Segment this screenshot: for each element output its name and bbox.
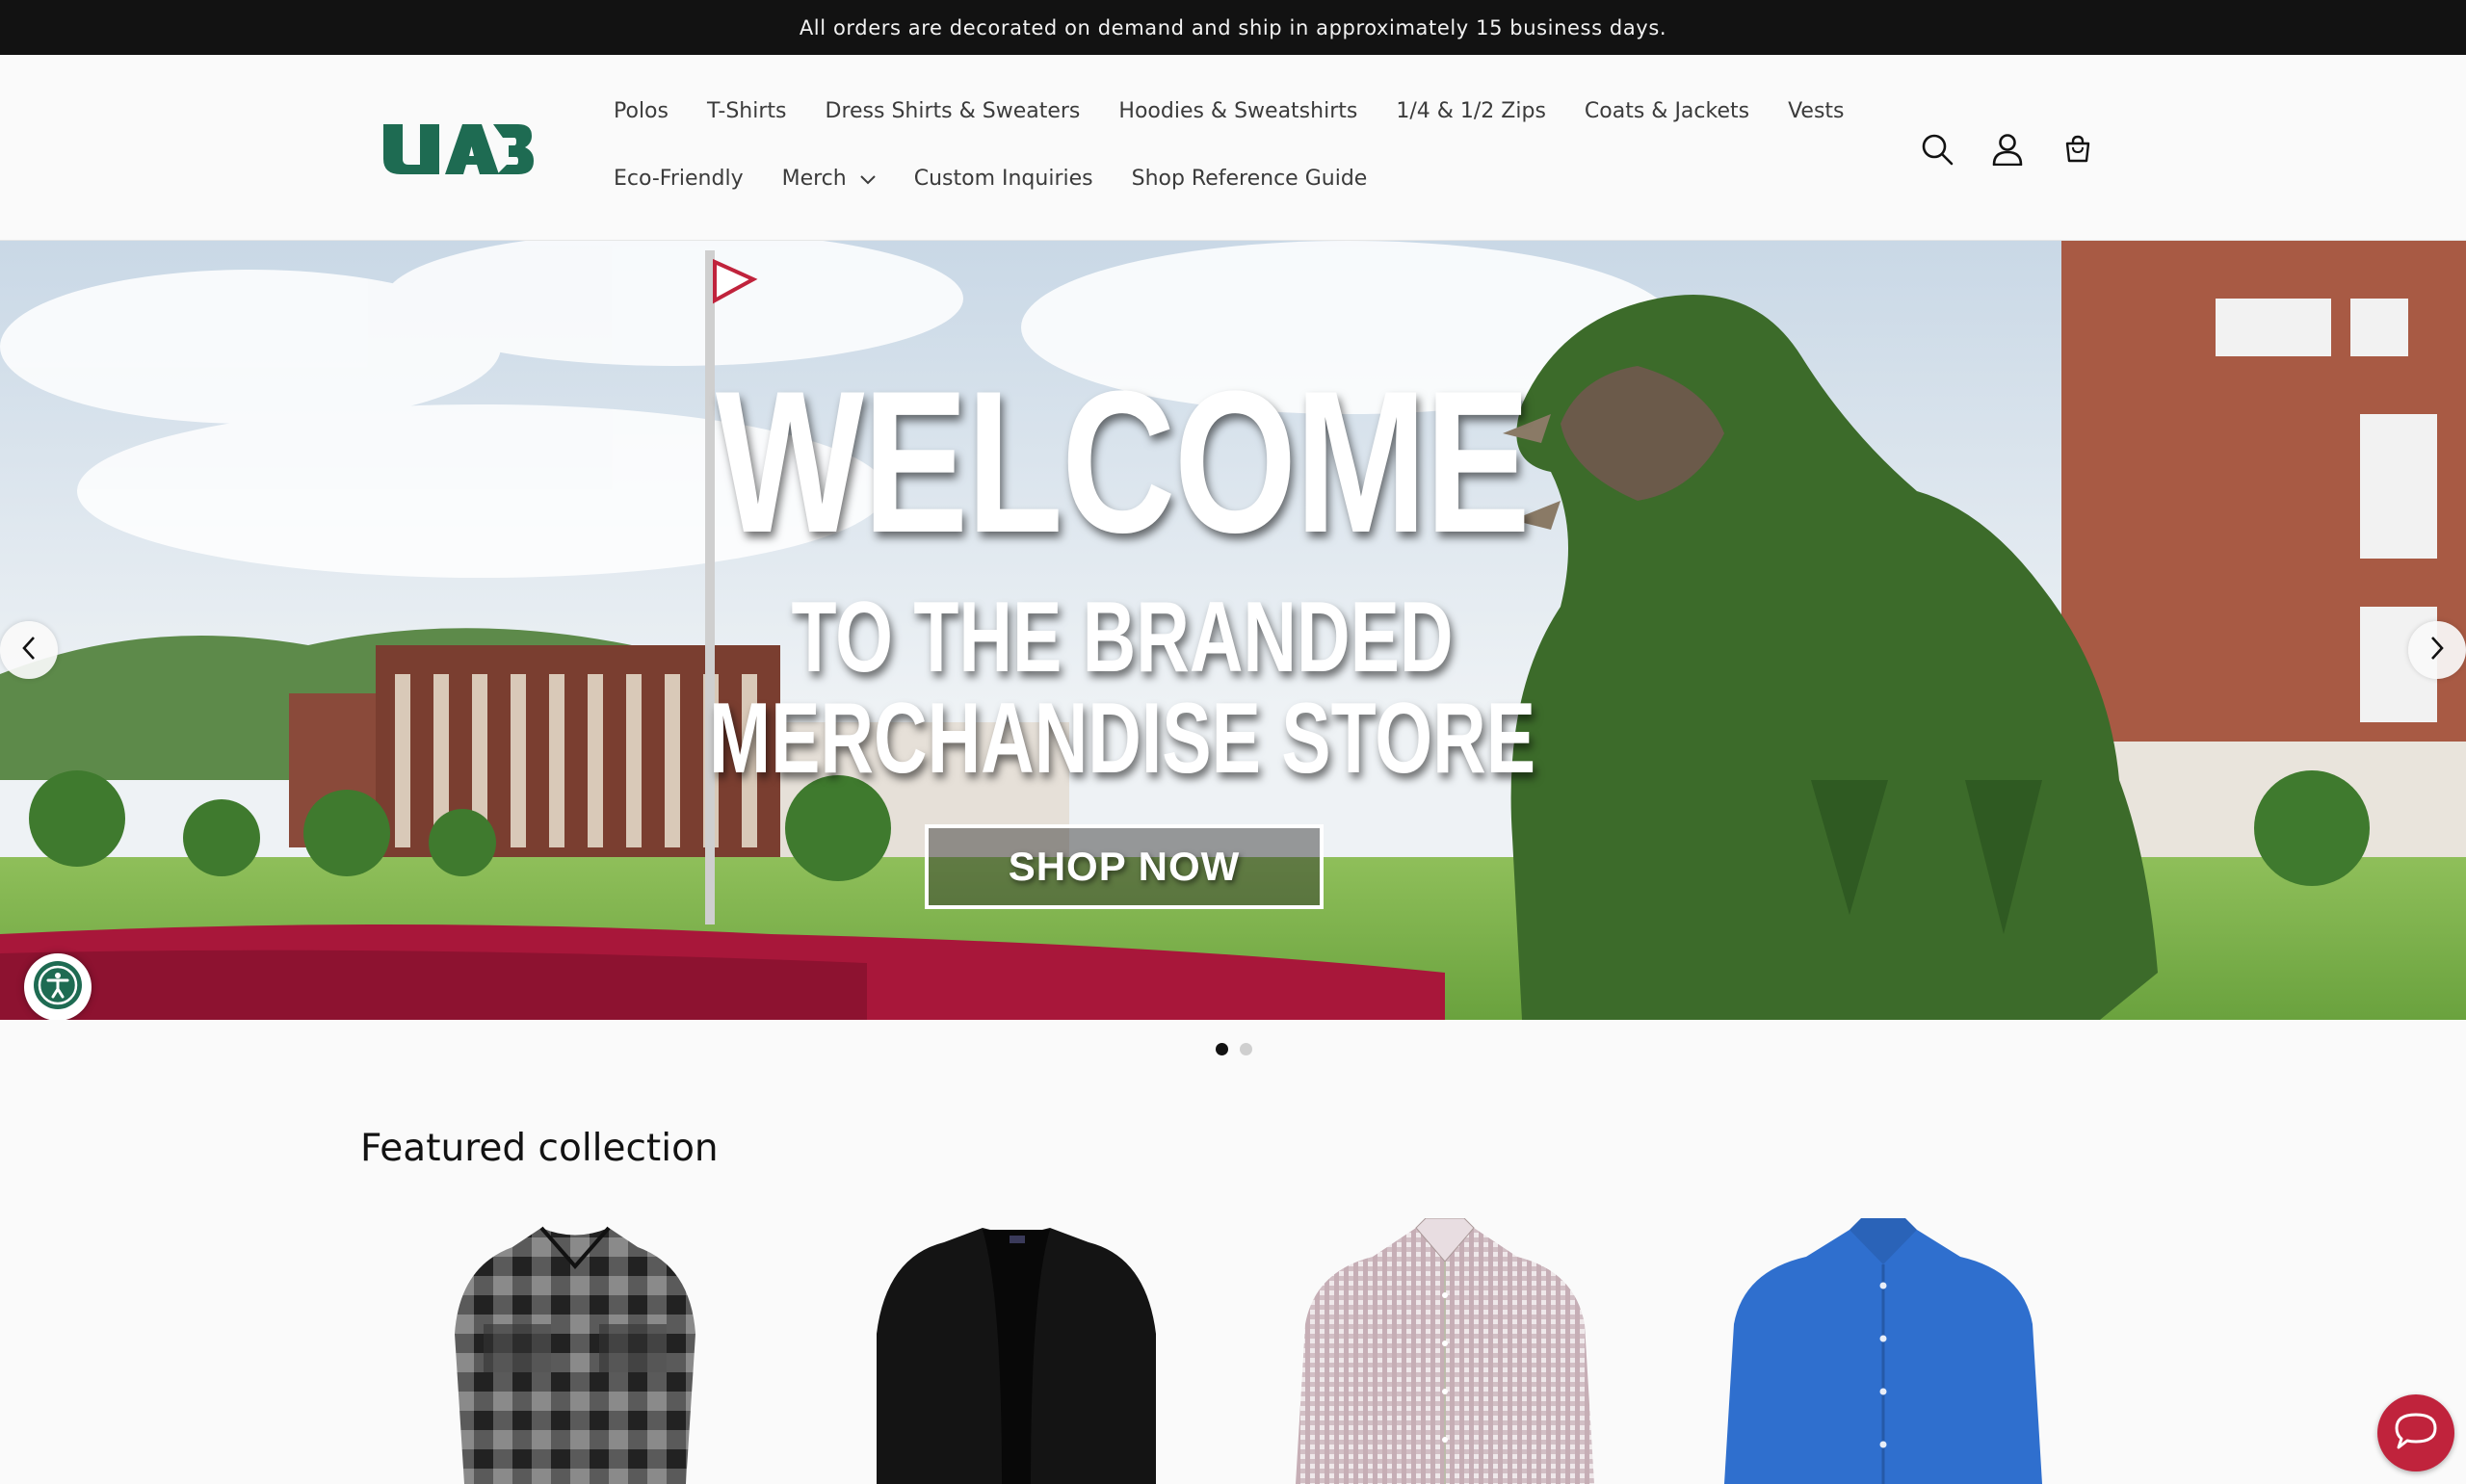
slide-dot-2[interactable]: [1240, 1043, 1252, 1055]
nav-item-zips[interactable]: 1/4 & 1/2 Zips: [1377, 95, 1565, 128]
product-image-checked-dress-shirt: [1296, 1218, 1594, 1484]
product-card-blue-dress-shirt[interactable]: [1715, 1218, 2071, 1484]
nav-secondary-row: Eco-Friendly Merch Custom Inquiries Shop…: [594, 163, 1386, 195]
slide-prev-button[interactable]: [0, 621, 58, 679]
cart-icon[interactable]: [2057, 128, 2099, 170]
account-icon[interactable]: [1986, 128, 2029, 170]
accessibility-icon: [32, 959, 84, 1015]
chevron-left-icon: [21, 636, 37, 664]
hero-slideshow: WELCOME TO THE BRANDED MERCHANDISE STORE…: [0, 241, 2466, 1020]
nav-item-t-shirts[interactable]: T-Shirts: [688, 95, 806, 128]
chevron-down-icon: [860, 163, 876, 195]
chat-icon: [2394, 1412, 2438, 1454]
slide-pagination: [1216, 1043, 1252, 1055]
nav-item-hoodies-sweatshirts[interactable]: Hoodies & Sweatshirts: [1099, 95, 1377, 128]
site-header: Polos T-Shirts Dress Shirts & Sweaters H…: [0, 55, 2466, 241]
nav-item-coats-jackets[interactable]: Coats & Jackets: [1565, 95, 1769, 128]
product-image-blue-dress-shirt: [1724, 1218, 2042, 1484]
announcement-bar: All orders are decorated on demand and s…: [0, 0, 2466, 55]
uab-logo[interactable]: [381, 122, 536, 176]
nav-primary-row: Polos T-Shirts Dress Shirts & Sweaters H…: [594, 95, 1864, 128]
chat-button[interactable]: [2377, 1394, 2454, 1471]
product-card-black-cardigan[interactable]: [838, 1218, 1194, 1484]
nav-item-vests[interactable]: Vests: [1769, 95, 1863, 128]
nav-item-shop-reference-guide[interactable]: Shop Reference Guide: [1113, 163, 1387, 195]
product-card-checked-dress-shirt[interactable]: [1276, 1218, 1633, 1484]
slide-next-button[interactable]: [2408, 621, 2466, 679]
nav-item-merch-label: Merch: [781, 167, 847, 191]
announcement-text: All orders are decorated on demand and s…: [799, 15, 1667, 39]
product-image-black-cardigan: [877, 1228, 1156, 1484]
nav-item-custom-inquiries[interactable]: Custom Inquiries: [895, 163, 1113, 195]
product-card-plaid-flannel[interactable]: [397, 1218, 753, 1484]
nav-item-merch[interactable]: Merch: [763, 163, 895, 195]
featured-collection-heading: Featured collection: [360, 1127, 719, 1170]
nav-item-polos[interactable]: Polos: [594, 95, 688, 128]
slide-dot-1[interactable]: [1216, 1043, 1228, 1055]
shop-now-button[interactable]: SHOP NOW: [925, 824, 1324, 909]
nav-item-eco-friendly[interactable]: Eco-Friendly: [594, 163, 763, 195]
nav-item-dress-shirts-sweaters[interactable]: Dress Shirts & Sweaters: [806, 95, 1100, 128]
hero-subtitle-line1: TO THE BRANDED: [791, 582, 1454, 693]
hero-title: WELCOME: [715, 349, 1531, 575]
hero-subtitle-line2: MERCHANDISE STORE: [708, 683, 1536, 794]
product-image-plaid-flannel: [455, 1226, 695, 1484]
search-icon[interactable]: [1916, 128, 1958, 170]
accessibility-button[interactable]: [24, 953, 92, 1020]
chevron-right-icon: [2429, 636, 2445, 664]
